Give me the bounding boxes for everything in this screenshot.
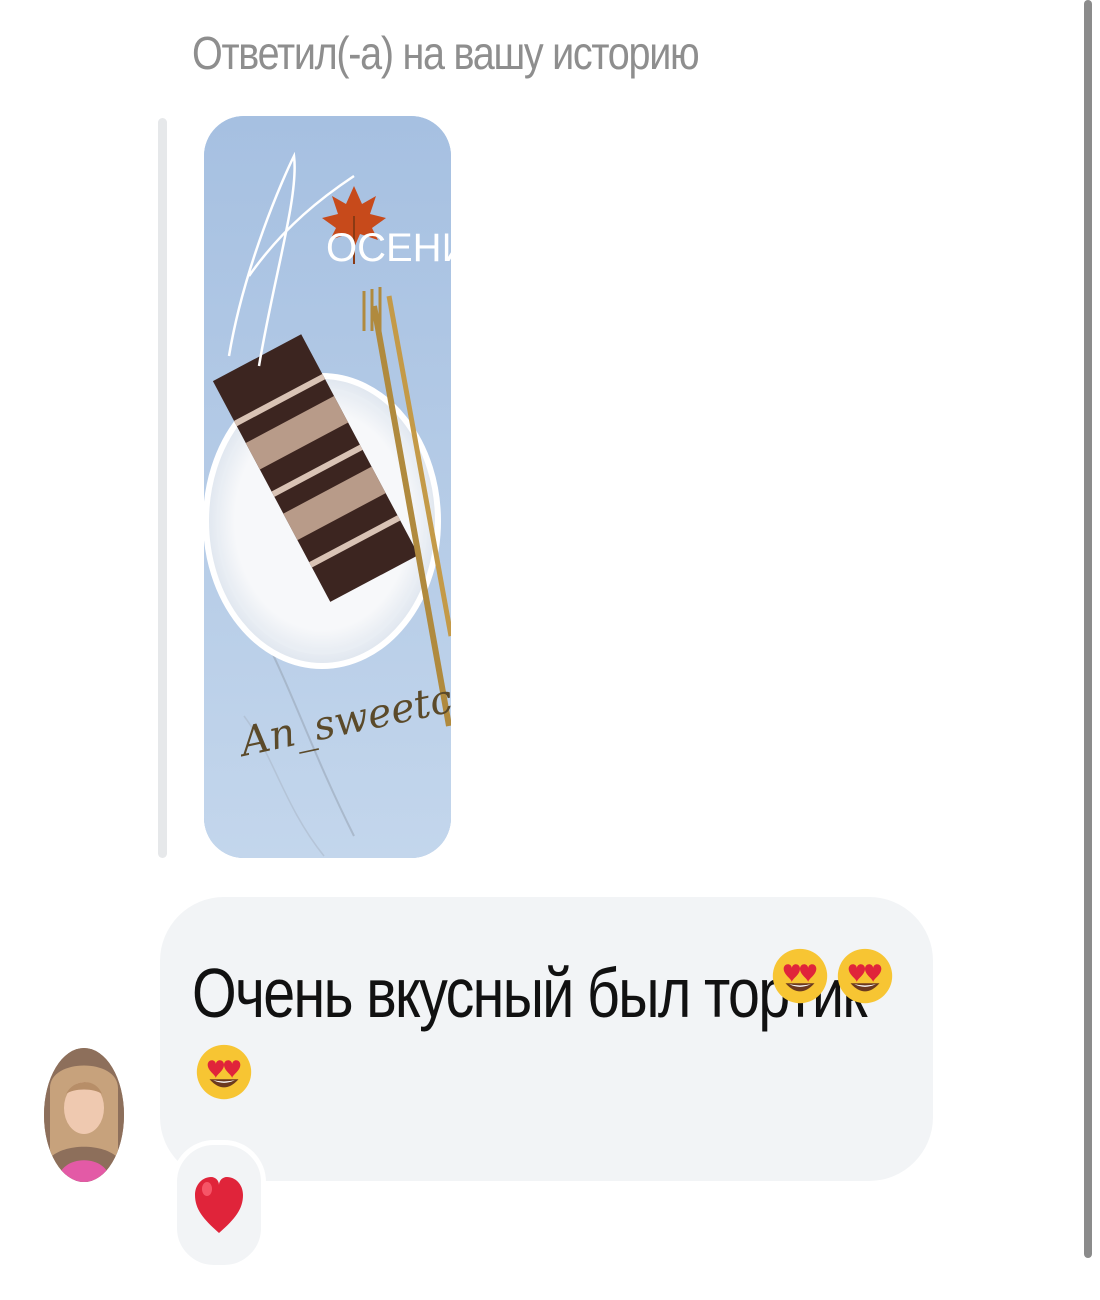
story-reply-caption: Ответил(-а) на вашу историю: [192, 27, 700, 79]
heart-eyes-emoji-icon: [772, 948, 828, 1004]
story-overlay-title: ОСЕНИ: [326, 226, 451, 270]
avatar[interactable]: [44, 1048, 124, 1182]
heart-eyes-emoji-icon: [196, 1044, 252, 1100]
reaction-chip[interactable]: [172, 1140, 266, 1270]
story-preview-thumbnail[interactable]: ОСЕНИ An_sweetcake: [204, 116, 451, 858]
red-heart-icon: [195, 1177, 243, 1233]
message-text: Очень вкусный был тортик: [192, 954, 868, 1032]
heart-eyes-emoji-icon: [837, 948, 893, 1004]
scrollbar[interactable]: [1084, 0, 1092, 1258]
quote-bar: [158, 118, 167, 858]
